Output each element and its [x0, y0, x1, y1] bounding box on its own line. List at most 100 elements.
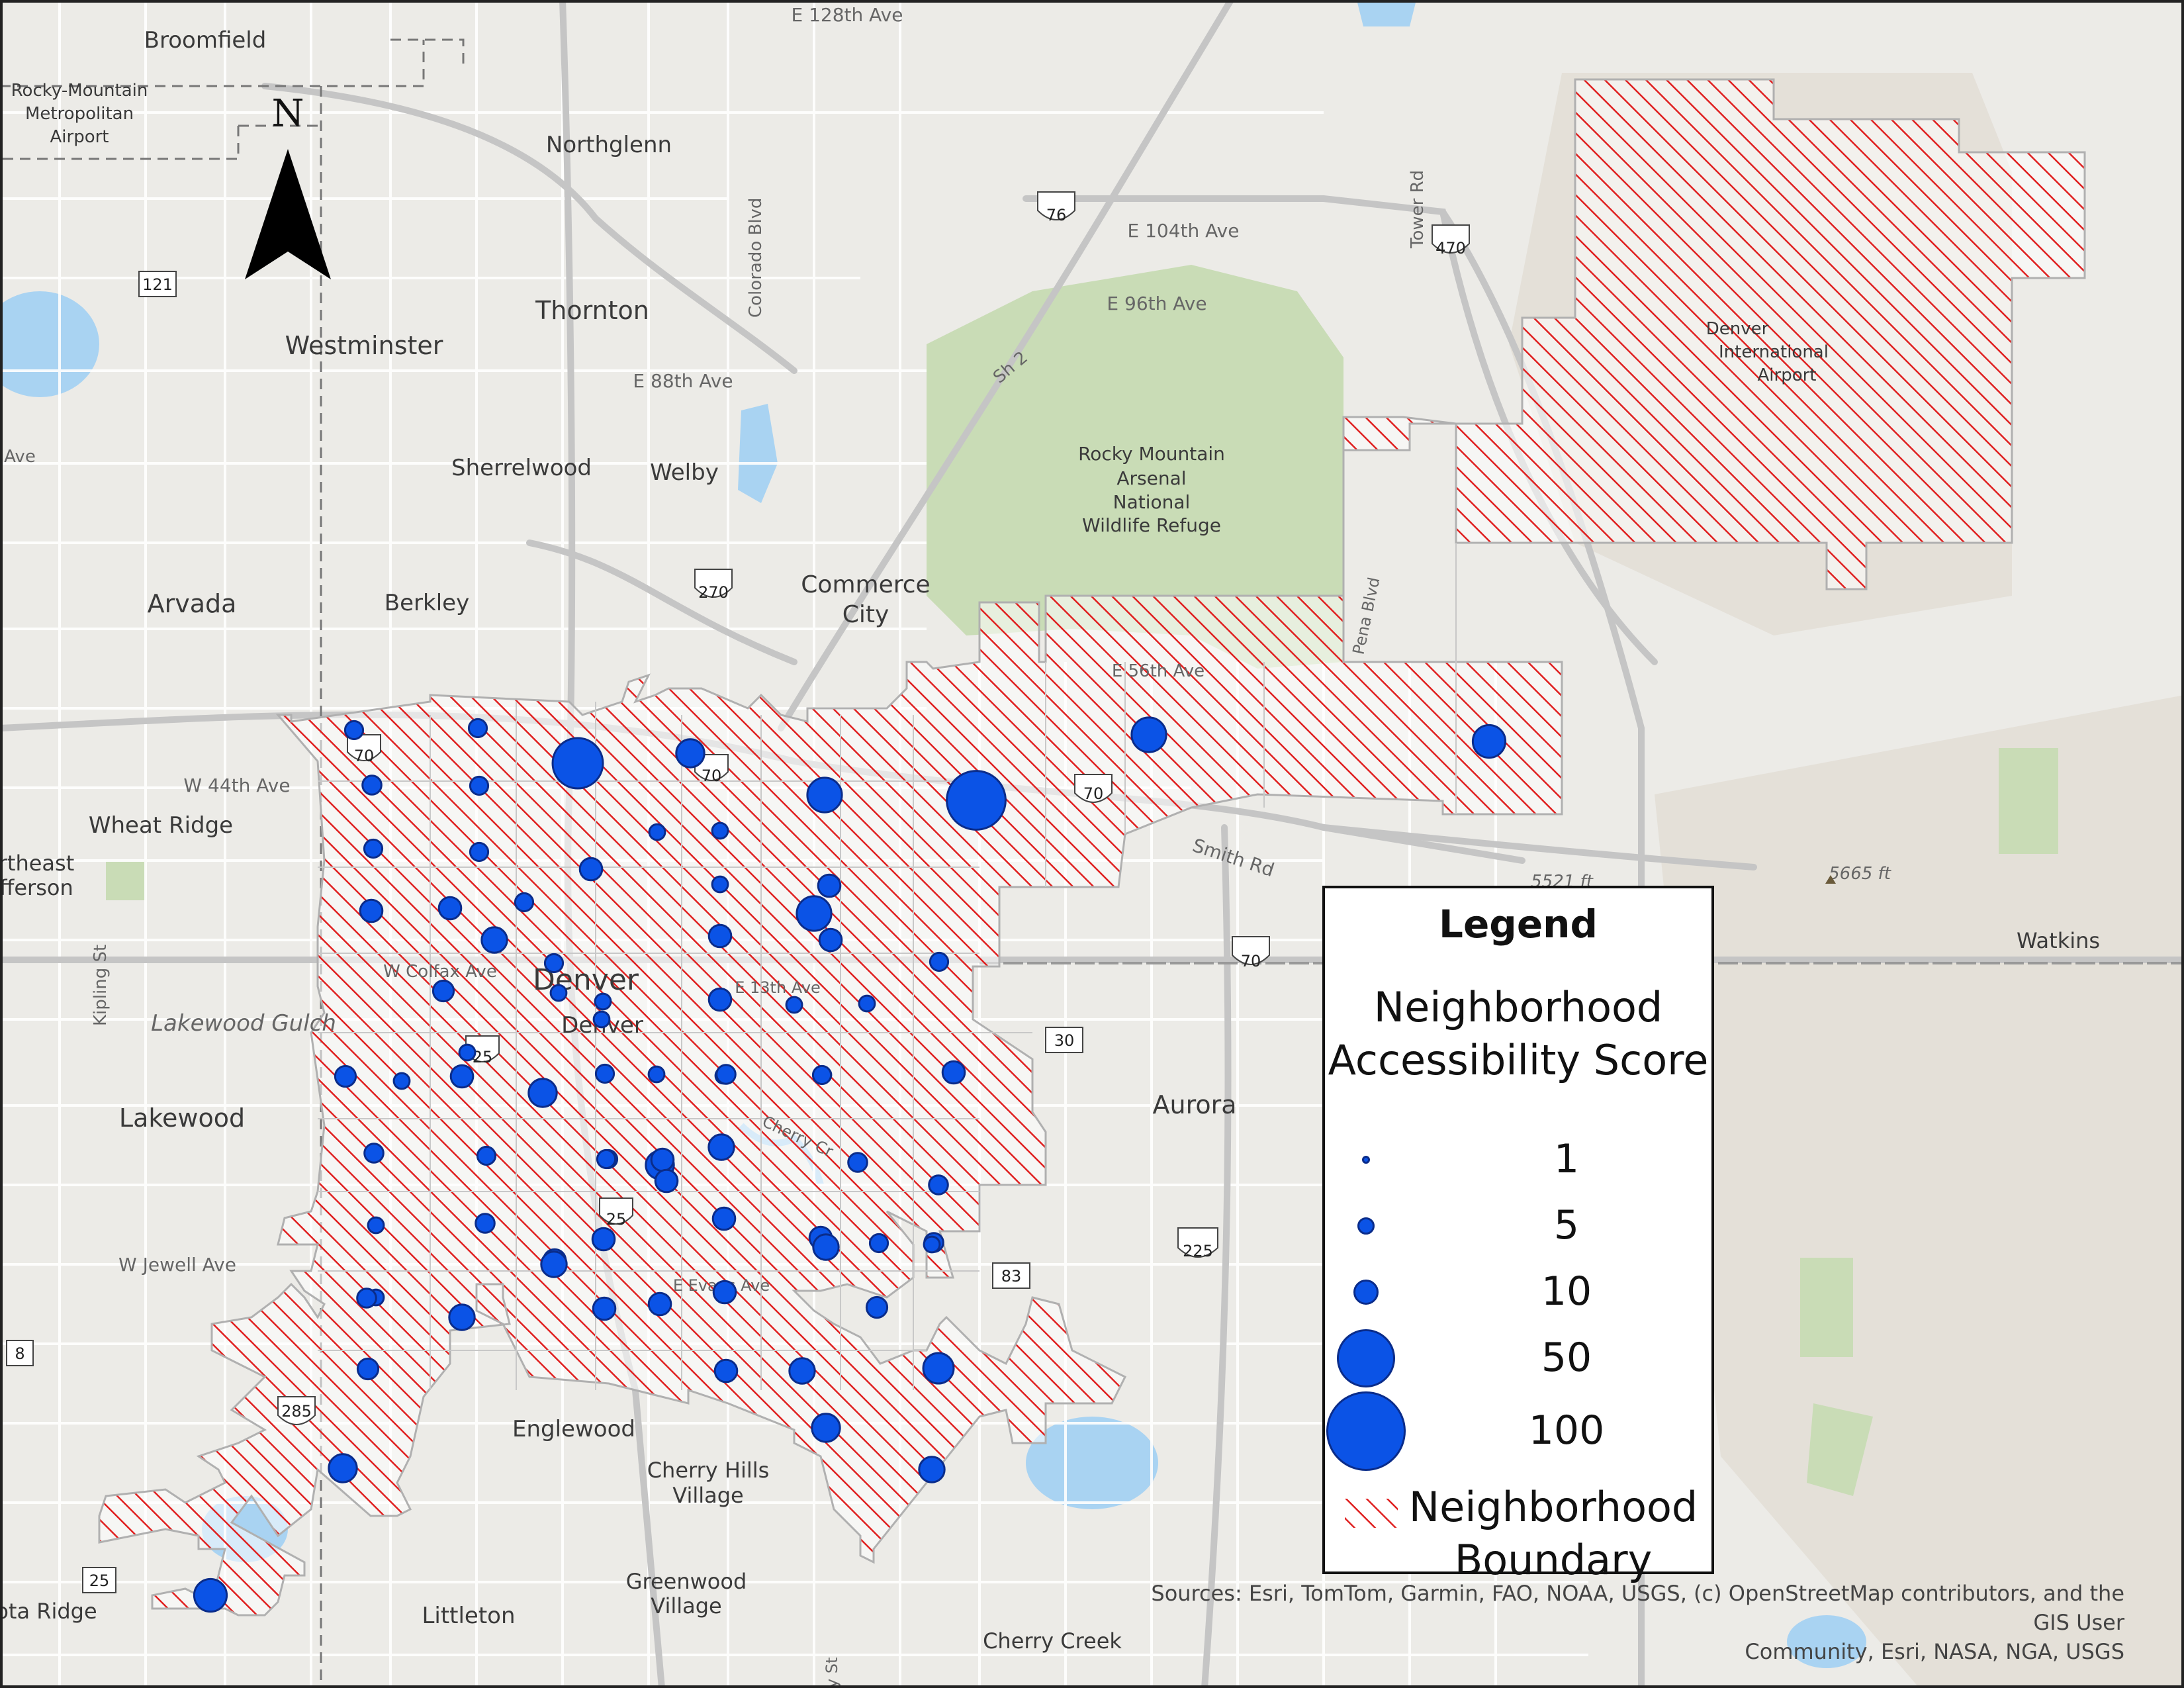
place-label: Metropolitan: [25, 104, 134, 124]
score-circle[interactable]: [449, 1064, 475, 1089]
place-label: Northglenn: [546, 132, 672, 158]
score-circle[interactable]: [811, 1413, 841, 1443]
score-circle[interactable]: [713, 1358, 739, 1383]
score-circle[interactable]: [475, 1213, 496, 1234]
svg-text:70: 70: [1241, 952, 1261, 970]
score-circle[interactable]: [707, 923, 733, 949]
score-circle[interactable]: [514, 892, 535, 913]
score-circle[interactable]: [647, 1065, 666, 1084]
score-circle[interactable]: [363, 1143, 385, 1164]
score-circle[interactable]: [711, 821, 729, 840]
route-shield: 225: [1177, 1227, 1218, 1260]
score-circle[interactable]: [712, 1280, 737, 1305]
score-circle[interactable]: [334, 1064, 357, 1088]
score-circle[interactable]: [594, 1063, 615, 1084]
score-circle[interactable]: [432, 979, 455, 1003]
score-circle[interactable]: [648, 823, 666, 841]
elevation-label: 5665 ft: [1829, 864, 1891, 884]
score-circle[interactable]: [929, 951, 950, 972]
score-circle[interactable]: [785, 996, 803, 1014]
score-circle[interactable]: [806, 776, 843, 814]
score-circle[interactable]: [367, 1216, 385, 1235]
place-label: Rocky Mountain: [1078, 443, 1225, 465]
score-circle[interactable]: [941, 1060, 966, 1085]
score-circle[interactable]: [654, 1168, 679, 1194]
score-circle[interactable]: [578, 857, 604, 882]
score-circle[interactable]: [788, 1357, 816, 1385]
road-label: Colorado Blvd: [746, 198, 766, 318]
route-shield: 121: [138, 271, 177, 297]
score-circle[interactable]: [923, 1235, 941, 1254]
score-circle[interactable]: [469, 841, 490, 863]
score-circle[interactable]: [527, 1078, 558, 1108]
place-label: Cherry Creek: [983, 1628, 1122, 1654]
score-circle[interactable]: [448, 1303, 476, 1331]
score-circle[interactable]: [328, 1453, 358, 1483]
score-circle[interactable]: [361, 774, 383, 796]
score-circle[interactable]: [928, 1174, 949, 1196]
place-label: Aurora: [1152, 1090, 1236, 1119]
score-circle[interactable]: [591, 1227, 616, 1252]
score-circle[interactable]: [711, 1206, 737, 1231]
route-shield: 470: [1432, 224, 1470, 258]
score-circle[interactable]: [796, 895, 833, 932]
score-circle[interactable]: [1471, 724, 1507, 759]
svg-text:121: 121: [142, 275, 173, 294]
score-circle[interactable]: [715, 1064, 737, 1085]
place-label: Arsenal: [1116, 467, 1186, 489]
road-label: Lakewood Gulch: [151, 1010, 336, 1037]
score-circle[interactable]: [549, 984, 568, 1002]
place-label: ota Ridge: [0, 1599, 97, 1624]
score-circle[interactable]: [437, 896, 463, 921]
place-label: National: [1113, 491, 1191, 513]
score-circle[interactable]: [359, 898, 384, 923]
score-circle[interactable]: [458, 1043, 477, 1062]
place-label: Commerce: [801, 571, 930, 598]
score-circle[interactable]: [711, 875, 729, 894]
score-circle[interactable]: [343, 720, 365, 741]
score-circle[interactable]: [476, 1145, 497, 1166]
score-circle[interactable]: [540, 1250, 568, 1278]
score-circle[interactable]: [193, 1577, 228, 1613]
score-circle[interactable]: [469, 775, 490, 796]
score-circle[interactable]: [811, 1064, 833, 1086]
score-circle[interactable]: [818, 927, 843, 953]
legend-size-circle: [1353, 1280, 1379, 1305]
road-label: E 128th Ave: [792, 4, 903, 26]
score-circle[interactable]: [707, 1133, 735, 1161]
score-circle[interactable]: [543, 953, 565, 974]
place-label: Arvada: [148, 589, 237, 618]
score-circle[interactable]: [650, 1147, 675, 1172]
score-circle[interactable]: [467, 718, 488, 739]
score-circle[interactable]: [592, 1296, 617, 1321]
road-label: Tower Rd: [1408, 170, 1428, 249]
score-circle[interactable]: [592, 1010, 611, 1029]
score-circle[interactable]: [707, 987, 733, 1012]
score-circle[interactable]: [918, 1456, 946, 1483]
score-circle[interactable]: [675, 738, 705, 769]
route-shield: 25: [82, 1567, 116, 1593]
score-circle[interactable]: [392, 1072, 411, 1090]
score-circle[interactable]: [363, 838, 384, 859]
score-circle[interactable]: [1130, 716, 1167, 753]
score-circle[interactable]: [594, 992, 612, 1011]
legend-size-row: 50: [1325, 1329, 1711, 1398]
score-circle[interactable]: [868, 1233, 889, 1254]
score-circle[interactable]: [480, 926, 508, 954]
road-label: W 44th Ave: [183, 774, 290, 796]
score-circle[interactable]: [817, 873, 842, 898]
legend-title: Legend: [1439, 902, 1598, 947]
score-circle[interactable]: [858, 994, 876, 1013]
score-circle[interactable]: [946, 770, 1007, 831]
score-circle[interactable]: [551, 737, 604, 790]
score-circle[interactable]: [922, 1352, 955, 1385]
score-circle[interactable]: [812, 1233, 840, 1261]
place-label: Denver: [1706, 319, 1769, 339]
score-circle[interactable]: [865, 1295, 889, 1319]
score-circle[interactable]: [596, 1149, 617, 1170]
score-circle[interactable]: [356, 1357, 380, 1381]
legend-size-label: 10: [1541, 1268, 1592, 1315]
score-circle[interactable]: [847, 1152, 868, 1173]
score-circle[interactable]: [647, 1291, 672, 1317]
score-circle[interactable]: [356, 1288, 377, 1309]
